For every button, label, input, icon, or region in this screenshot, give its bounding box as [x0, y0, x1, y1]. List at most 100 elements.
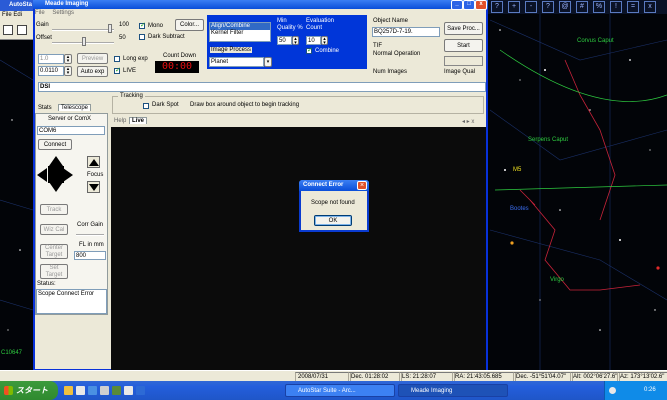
toolbar-icon[interactable]: ?: [491, 1, 503, 13]
toolbar-icon[interactable]: !: [610, 1, 622, 13]
object-name-input[interactable]: BQ257D-7-19.: [372, 27, 440, 37]
sky-label-virgo: Virgo: [550, 277, 564, 283]
fl-label: FL in mm: [79, 242, 104, 248]
toolbar-icon[interactable]: ?: [542, 1, 554, 13]
live-view[interactable]: [111, 127, 486, 371]
focus-down-arrow-icon: [89, 184, 99, 191]
start-button[interactable]: Start: [444, 39, 483, 52]
toolbar-icon[interactable]: x: [644, 1, 656, 13]
quick-launch-icon[interactable]: [100, 386, 109, 395]
dialog-title: Connect Error: [303, 182, 344, 188]
right-arrow-icon[interactable]: [63, 168, 73, 182]
long-exp-checkbox[interactable]: [114, 56, 120, 62]
tab-help[interactable]: Help: [114, 118, 126, 124]
corr-gain-label: Corr Gain: [77, 222, 104, 228]
live-checkbox[interactable]: [114, 66, 121, 74]
menu-settings[interactable]: Settings: [52, 10, 74, 16]
tab-live[interactable]: Live: [129, 117, 148, 124]
color-button[interactable]: Color...: [175, 19, 204, 31]
dsi-combo[interactable]: DSI: [38, 82, 486, 92]
up-arrow-icon[interactable]: [49, 156, 63, 166]
bg-app-menu[interactable]: File Edi: [0, 11, 34, 20]
wiz-cal-button[interactable]: Wiz Cal: [40, 224, 68, 235]
quick-launch-icon[interactable]: [76, 386, 85, 395]
combine-checkbox[interactable]: [306, 46, 313, 54]
image-process-select[interactable]: Planet: [209, 57, 264, 67]
exposure-spinner[interactable]: ▴ ▾: [64, 54, 72, 64]
evaluation-count-label: Evaluation Count: [306, 18, 335, 31]
chevron-down-icon[interactable]: ▾: [264, 57, 272, 67]
mono-checkbox[interactable]: [139, 21, 146, 29]
com-port-input[interactable]: COM6: [37, 126, 105, 135]
toolbar-icon[interactable]: [3, 25, 13, 35]
toolbar-icon[interactable]: -: [525, 1, 537, 13]
auto-exp-button[interactable]: Auto exp: [77, 66, 108, 77]
tray-icon[interactable]: [609, 387, 616, 394]
sky-label-serpens: Serpens Caput: [528, 137, 569, 143]
sky-label-m5: M5: [513, 167, 522, 173]
preview-button[interactable]: Preview: [77, 53, 108, 64]
set-target-button[interactable]: Set Target: [40, 264, 68, 279]
quick-launch: [64, 385, 145, 396]
quick-launch-icon[interactable]: [112, 386, 121, 395]
filter-item-kernel[interactable]: Kernel Filter: [210, 30, 270, 37]
quick-launch-icon[interactable]: [88, 386, 97, 395]
save-proc-button[interactable]: Save Proc...: [444, 22, 483, 35]
min-quality-spinner[interactable]: ▴ ▾: [292, 36, 299, 46]
gain-slider[interactable]: [52, 29, 114, 31]
min-quality-input[interactable]: 50: [277, 36, 292, 45]
toolbar-icon[interactable]: @: [559, 1, 571, 13]
quick-launch-icon[interactable]: [136, 386, 145, 395]
focus-out-button[interactable]: [87, 181, 100, 193]
evaluation-count-spinner[interactable]: ▴ ▾: [321, 36, 328, 46]
offset-value: 50: [119, 35, 126, 41]
toolbar-icon[interactable]: %: [593, 1, 605, 13]
bg-app-toolbar: [0, 20, 34, 40]
taskbar-item-autostar[interactable]: AutoStar Suite - Arc...: [285, 384, 395, 397]
filter-list[interactable]: Align/Combine Kernel Filter: [209, 22, 271, 42]
toolbar-icon[interactable]: =: [627, 1, 639, 13]
tab-stats[interactable]: Stats: [38, 105, 52, 111]
center-target-button[interactable]: Center Target: [40, 244, 68, 259]
countdown-label: Count Down: [163, 53, 197, 59]
evaluation-count-input[interactable]: 10: [306, 36, 321, 45]
exposure-input[interactable]: 1.0: [38, 54, 64, 64]
dialog-close-icon[interactable]: ×: [357, 181, 367, 190]
mono-label: Mono: [148, 23, 164, 29]
toolbar-icon[interactable]: [17, 25, 27, 35]
focus-in-button[interactable]: [87, 156, 100, 168]
dark-subtract-label: Dark Subtract: [148, 34, 185, 40]
quick-launch-icon[interactable]: [124, 386, 133, 395]
window-titlebar[interactable]: Meade Imaging _ □ x: [33, 0, 488, 10]
ok-button[interactable]: OK: [314, 215, 352, 226]
down-arrow-icon[interactable]: [49, 182, 63, 192]
toolbar-icon[interactable]: #: [576, 1, 588, 13]
image-qual-label: Image Qual: [444, 69, 476, 75]
track-button[interactable]: Track: [40, 204, 68, 215]
offset-label: Offset: [36, 35, 52, 41]
format-label: TIF: [373, 43, 382, 49]
menu-file[interactable]: File: [35, 10, 45, 16]
left-arrow-icon[interactable]: [37, 168, 47, 182]
fl-input[interactable]: 800: [74, 251, 106, 260]
exposure-time-input[interactable]: 0.0110: [38, 66, 64, 76]
tab-scroll-arrows[interactable]: ◂ ▸ x: [462, 118, 474, 125]
dark-spot-checkbox[interactable]: [143, 103, 149, 109]
toolbar-icon[interactable]: +: [508, 1, 520, 13]
dpad-center: [48, 166, 64, 183]
connect-button[interactable]: Connect: [38, 139, 72, 150]
live-label: LIVE: [123, 68, 137, 74]
gain-slider-thumb[interactable]: [108, 24, 112, 33]
taskbar-item-meade-imaging[interactable]: Meade Imaging: [398, 384, 508, 397]
dark-subtract-checkbox[interactable]: [139, 34, 145, 40]
exposure-time-spinner[interactable]: ▴ ▾: [64, 66, 72, 76]
gain-value: 100: [119, 22, 130, 28]
gain-label: Gain: [36, 22, 49, 28]
system-tray: 0:26: [604, 381, 667, 400]
filter-item-align-combine[interactable]: Align/Combine: [210, 23, 270, 30]
offset-slider-thumb[interactable]: [82, 37, 86, 46]
quick-launch-icon[interactable]: [64, 386, 73, 395]
corr-gain-slider[interactable]: [76, 234, 104, 236]
operation-label: Normal Operation: [373, 51, 421, 57]
tab-telescope[interactable]: Telescope: [58, 104, 92, 111]
